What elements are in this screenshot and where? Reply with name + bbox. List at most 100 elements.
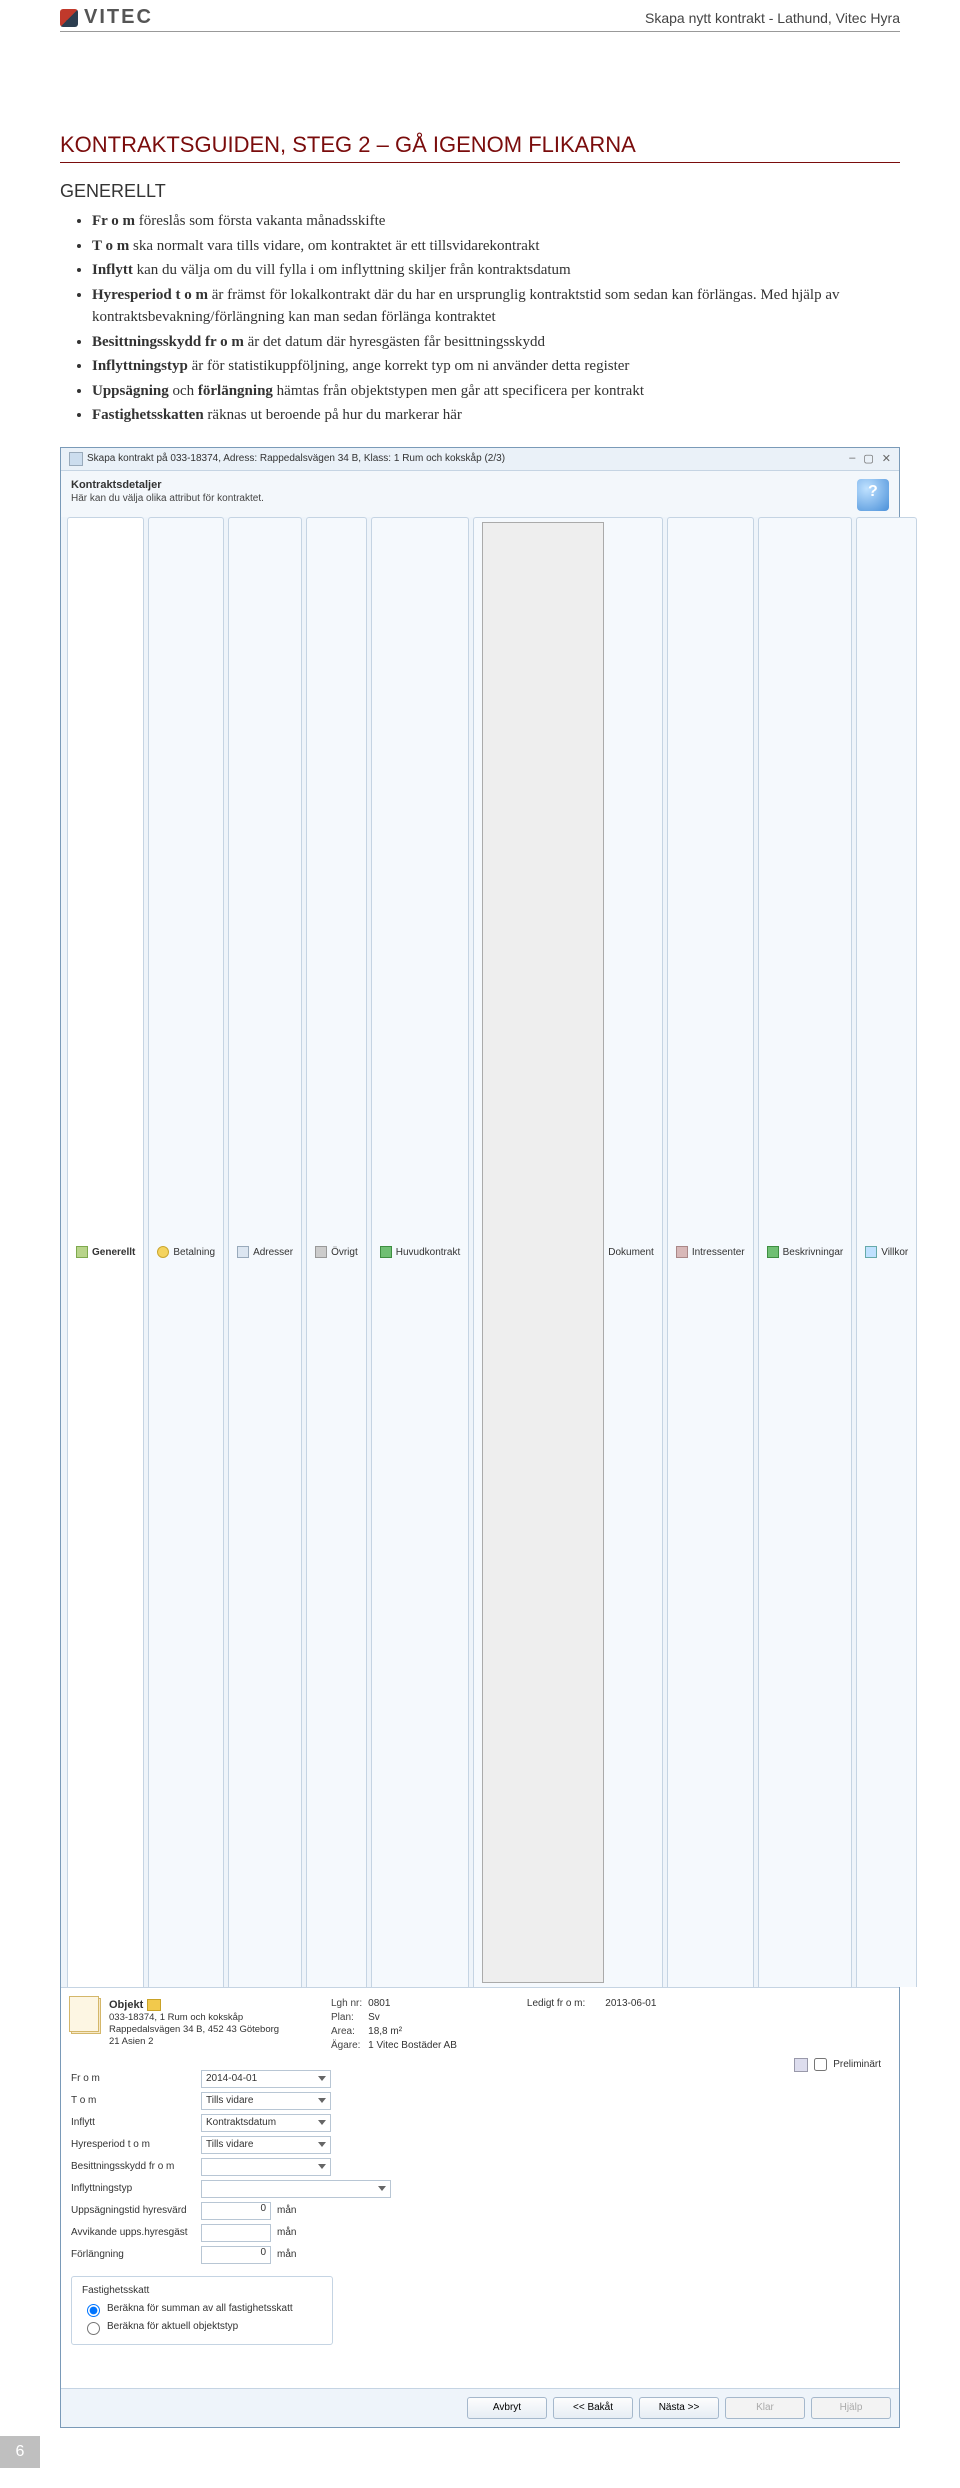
app-window: Skapa kontrakt på 033-18374, Adress: Rap… (60, 447, 900, 2428)
money-icon (157, 1246, 169, 1258)
chevron-down-icon (318, 2076, 326, 2081)
dropdown-t-o-m[interactable]: Tills vidare (201, 2092, 331, 2110)
dropdown-inflytt[interactable]: Kontraktsdatum (201, 2114, 331, 2132)
panel-title: Kontraktsdetaljer (71, 479, 264, 491)
object-heading: Objekt (109, 1998, 143, 2012)
tab-label: Betalning (173, 1247, 215, 1258)
preliminart-box: Preliminärt (794, 2058, 881, 2072)
form-row: Uppsägningstid hyresvärd0 mån (71, 2200, 889, 2222)
fastighet-opt-0: Beräkna för summan av all fastighetsskat… (107, 2303, 293, 2314)
tab-label: Beskrivningar (783, 1247, 844, 1258)
tree-icon (767, 1246, 779, 1258)
tab-villkor[interactable]: Villkor (856, 517, 917, 1987)
bakat-button[interactable]: << Bakåt (553, 2397, 633, 2419)
kv-label: Lgh nr: (331, 1998, 362, 2012)
dropdown-value: Tills vidare (206, 2139, 253, 2150)
form-row: Hyresperiod t o m Tills vidare (71, 2134, 889, 2156)
mail-icon (237, 1246, 249, 1258)
avbryt-button[interactable]: Avbryt (467, 2397, 547, 2419)
panel-subtitle: Här kan du välja olika attribut för kont… (71, 493, 264, 504)
klar-button[interactable]: Klar (725, 2397, 805, 2419)
list-item: Inflyttningstyp är för statistikuppföljn… (92, 355, 900, 378)
list-item: Inflytt kan du välja om du vill fylla i … (92, 259, 900, 282)
form-label: Besittningsskydd fr o m (71, 2161, 201, 2172)
button-bar: Avbryt << Bakåt Nästa >> Klar Hjälp (61, 2388, 899, 2427)
chevron-down-icon (318, 2120, 326, 2125)
page-header: VITEC Skapa nytt kontrakt - Lathund, Vit… (60, 0, 900, 32)
dropdown-hyresperiod-t-o-m[interactable]: Tills vidare (201, 2136, 331, 2154)
helper-icon (857, 479, 889, 511)
tab-intressenter[interactable]: Intressenter (667, 517, 754, 1987)
form-label: Hyresperiod t o m (71, 2139, 201, 2150)
ledigt-value: 2013-06-01 (605, 1998, 656, 2009)
kv-value: 0801 (368, 1998, 457, 2012)
gear-icon (315, 1246, 327, 1258)
fastighet-legend: Fastighetsskatt (82, 2285, 322, 2296)
preliminart-label: Preliminärt (833, 2059, 881, 2070)
doc-icon (76, 1246, 88, 1258)
preliminart-checkbox[interactable] (814, 2058, 827, 2071)
tab-beskrivningar[interactable]: Beskrivningar (758, 517, 853, 1987)
form-label: Förlängning (71, 2249, 201, 2260)
chevron-down-icon (318, 2164, 326, 2169)
form-row: Inflyttningstyp (71, 2178, 889, 2200)
dropdown-value: 2014-04-01 (206, 2073, 257, 2084)
tab-label: Dokument (608, 1247, 654, 1258)
minimize-icon[interactable]: – (849, 452, 855, 465)
object-line1: 033-18374, 1 Rum och kokskåp (109, 2012, 279, 2024)
check-icon (865, 1246, 877, 1258)
form-row: T o m Tills vidare (71, 2090, 889, 2112)
tab-adresser[interactable]: Adresser (228, 517, 302, 1987)
folder-icon[interactable] (147, 1999, 161, 2011)
list-item: Fastighetsskatten räknas ut beroende på … (92, 404, 900, 427)
kv-label: Ägare: (331, 2040, 362, 2054)
dropdown-besittningsskydd-fr-o-m[interactable] (201, 2158, 331, 2176)
form-row: Avvikande upps.hyresgäst mån (71, 2222, 889, 2244)
tree-icon (380, 1246, 392, 1258)
fastighet-radio-aktuell[interactable] (87, 2322, 100, 2335)
tab-betalning[interactable]: Betalning (148, 517, 224, 1987)
list-item: Uppsägning och förlängning hämtas från o… (92, 380, 900, 403)
tab-övrigt[interactable]: Övrigt (306, 517, 367, 1987)
form-row: InflyttKontraktsdatum (71, 2112, 889, 2134)
tab-generellt[interactable]: Generellt (67, 517, 144, 1987)
form-label: Uppsägningstid hyresvärd (71, 2205, 201, 2216)
form-label: T o m (71, 2095, 201, 2106)
section-heading: KONTRAKTSGUIDEN, STEG 2 – GÅ IGENOM FLIK… (60, 132, 900, 163)
chevron-down-icon (378, 2186, 386, 2191)
dropdown-fr-o-m[interactable]: 2014-04-01 (201, 2070, 331, 2088)
form-row: Förlängning0mån (71, 2244, 889, 2266)
window-title: Skapa kontrakt på 033-18374, Adress: Rap… (87, 453, 505, 464)
form-row: Besittningsskydd fr o m (71, 2156, 889, 2178)
dropdown-inflyttningstyp[interactable] (201, 2180, 391, 2198)
list-item: Hyresperiod t o m är främst för lokalkon… (92, 284, 900, 329)
unit-label: mån (277, 2227, 296, 2238)
num-input-förlängning[interactable]: 0 (201, 2246, 271, 2264)
num-input-avvikande-upps.hyresgäst[interactable] (201, 2224, 271, 2242)
ledigt-label: Ledigt fr o m: (527, 1998, 585, 2009)
form-label: Inflyttningstyp (71, 2183, 201, 2194)
chevron-down-icon (318, 2098, 326, 2103)
content-area: Objekt 033-18374, 1 Rum och kokskåp Rapp… (61, 1988, 899, 2388)
tab-label: Generellt (92, 1247, 135, 1258)
unit-label: mån (277, 2205, 296, 2216)
hjalp-button[interactable]: Hjälp (811, 2397, 891, 2419)
nasta-button[interactable]: Nästa >> (639, 2397, 719, 2419)
maximize-icon[interactable]: ▢ (863, 452, 873, 465)
tab-label: Villkor (881, 1247, 908, 1258)
page-icon (482, 522, 604, 1983)
tab-huvudkontrakt[interactable]: Huvudkontrakt (371, 517, 469, 1987)
logo-icon (60, 9, 78, 27)
form-label: Fr o m (71, 2073, 201, 2084)
object-line2: Rappedalsvägen 34 B, 452 43 Göteborg (109, 2024, 279, 2036)
form-label: Avvikande upps.hyresgäst (71, 2227, 201, 2238)
tab-label: Övrigt (331, 1247, 358, 1258)
kv-value: 1 Vitec Bostäder AB (368, 2040, 457, 2054)
fastighet-radio-all[interactable] (87, 2304, 100, 2317)
person-icon (676, 1246, 688, 1258)
tab-dokument[interactable]: Dokument (473, 517, 663, 1987)
close-icon[interactable]: ✕ (882, 452, 891, 465)
dropdown-value: Tills vidare (206, 2095, 253, 2106)
object-icon (71, 1998, 101, 2034)
num-input-uppsägningstid-hyresvärd[interactable]: 0 (201, 2202, 271, 2220)
